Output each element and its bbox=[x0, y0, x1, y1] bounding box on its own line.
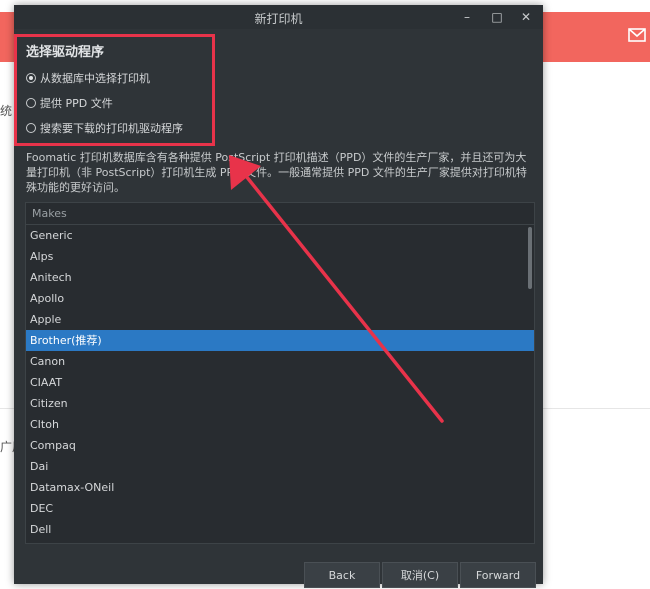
annotation-arrow-icon bbox=[229, 155, 444, 423]
